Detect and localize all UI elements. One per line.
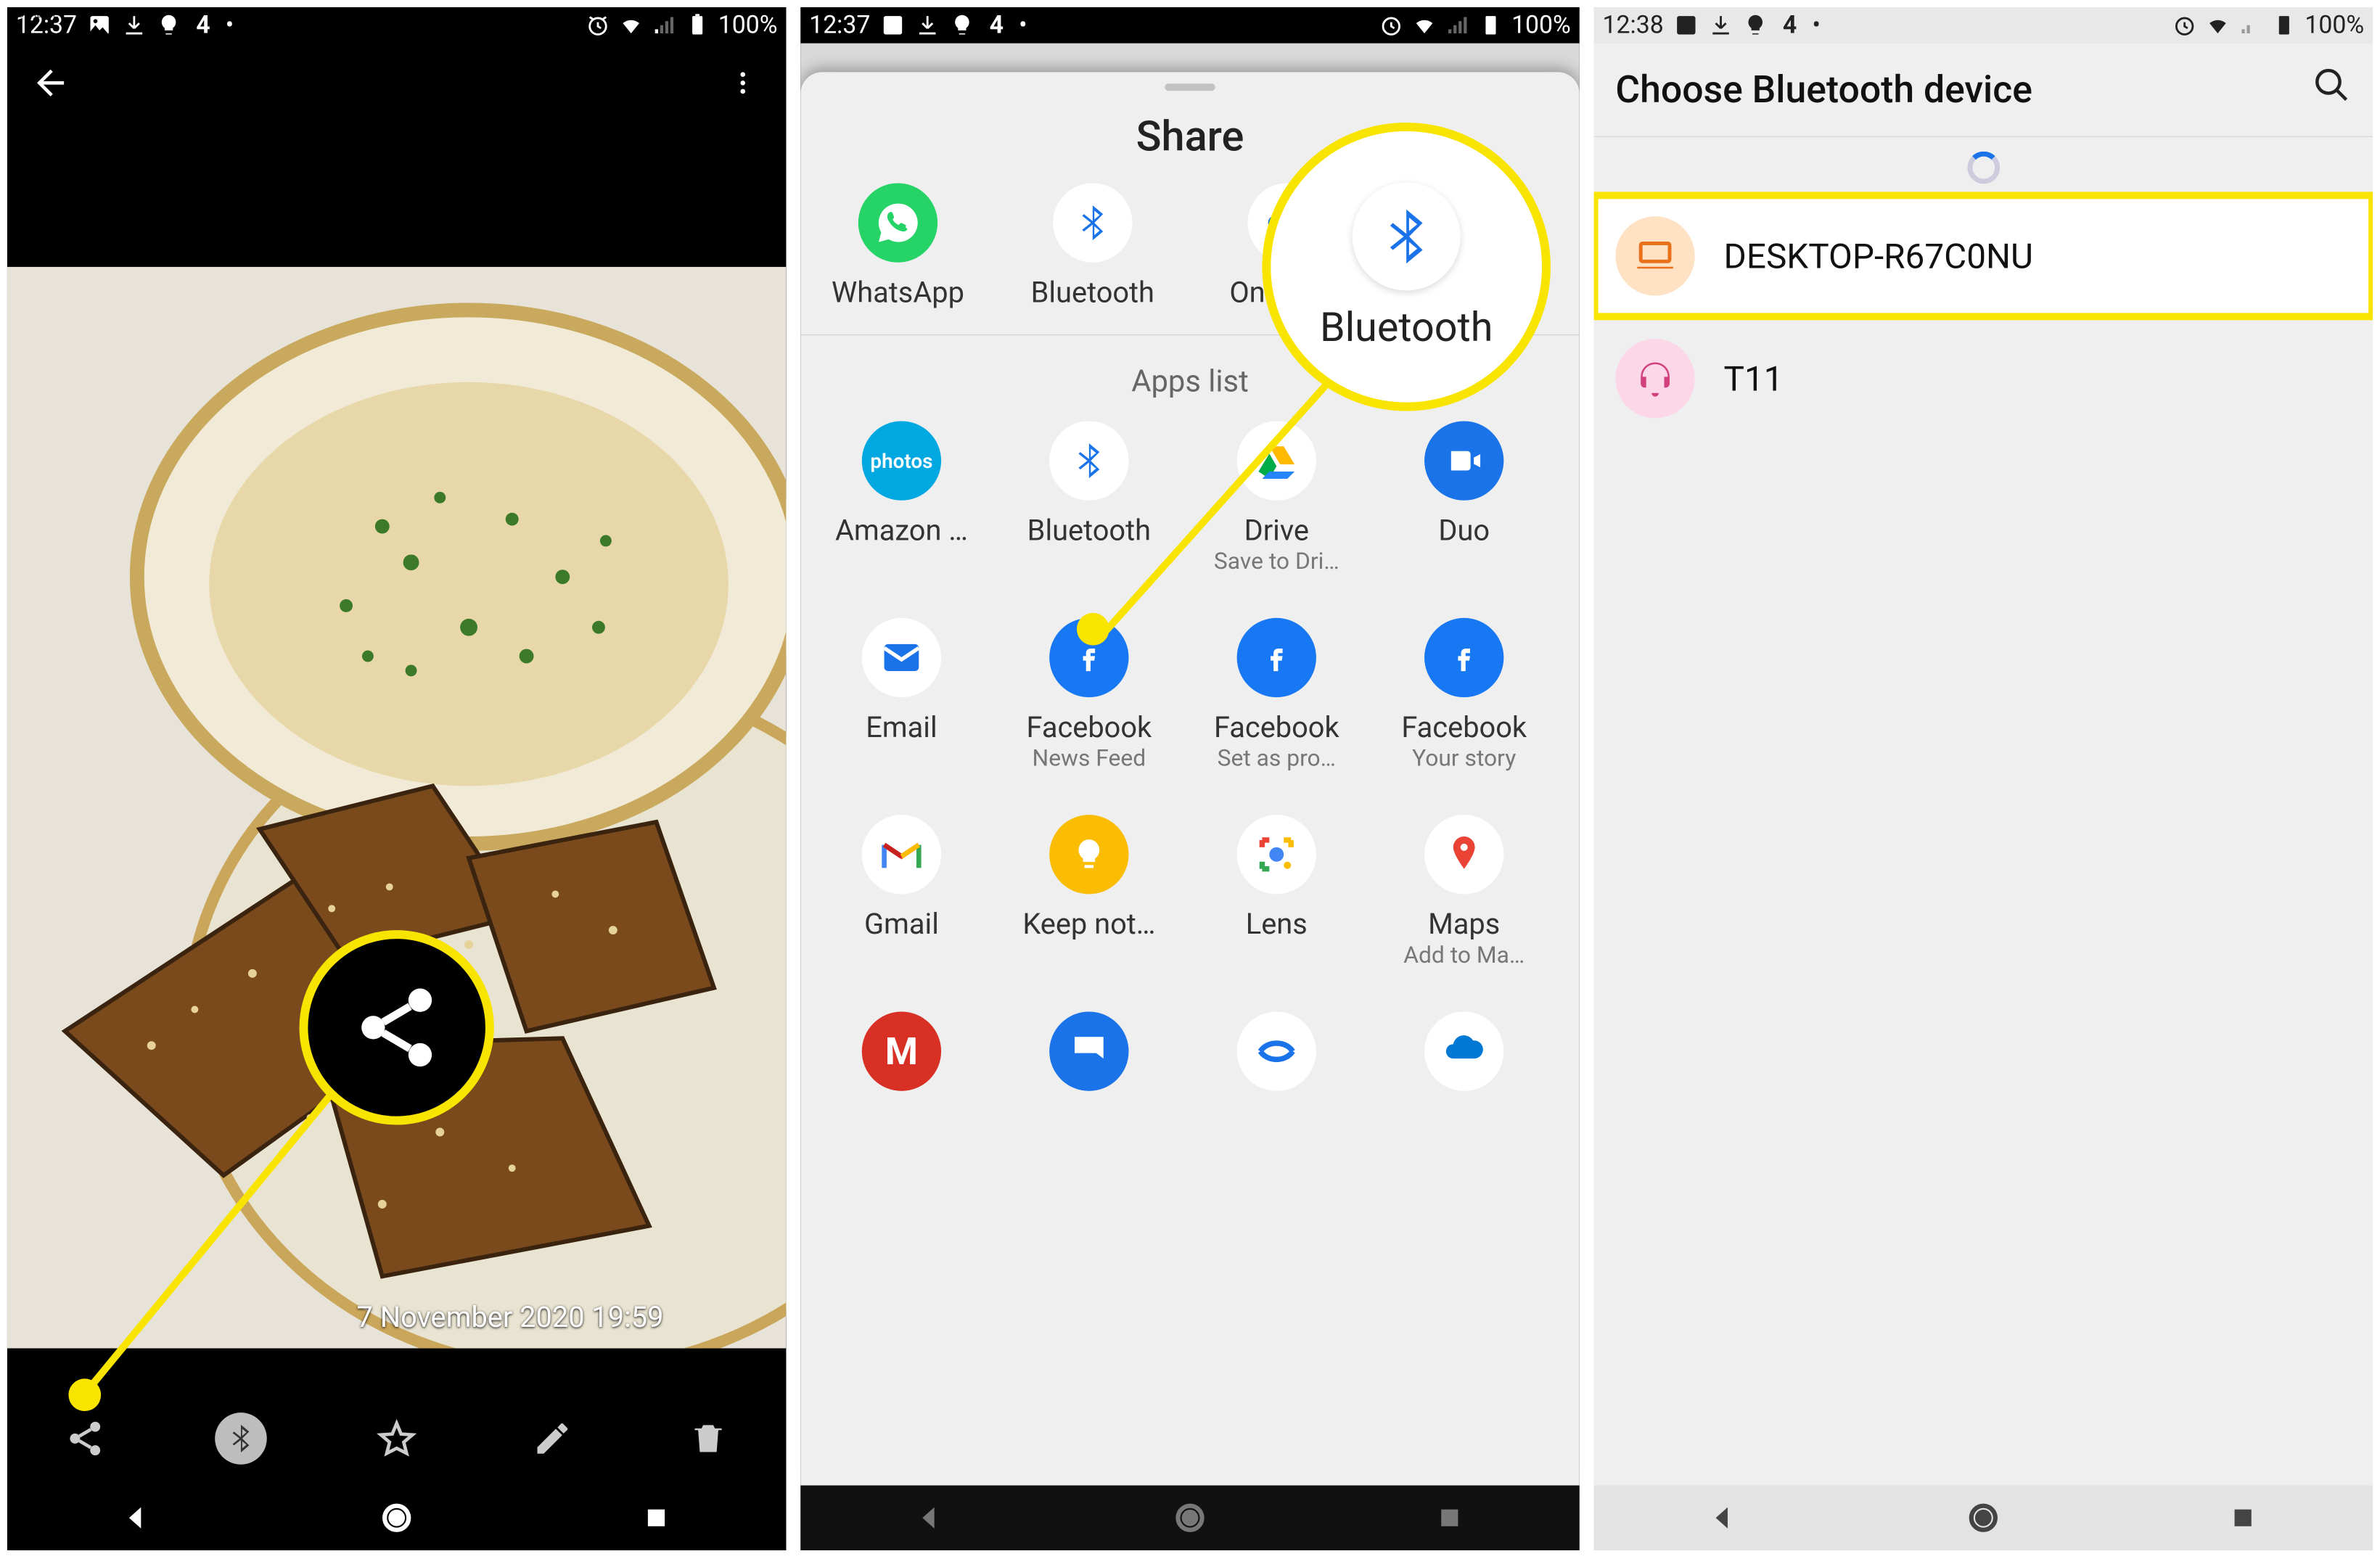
wifi-icon [619, 13, 644, 38]
more-dots-icon: • [1019, 11, 1027, 40]
nav-recents[interactable] [2223, 1497, 2263, 1538]
battery-icon [1478, 13, 1503, 38]
back-button[interactable] [29, 61, 73, 104]
status-bar: 12:37 4 • 100% [800, 7, 1579, 44]
device-row-desktop[interactable]: DESKTOP-R67C0NU [1594, 194, 2373, 317]
bluetooth-icon [1353, 182, 1461, 290]
app-keepnot[interactable]: Keep not… [1003, 815, 1176, 968]
photo-toolbar [7, 1391, 786, 1485]
search-button[interactable] [2313, 65, 2352, 114]
clock: 12:37 [809, 11, 870, 40]
battery-pct: 100% [718, 11, 778, 40]
device-row-t11[interactable]: T11 [1594, 317, 2373, 440]
alarm-icon [2172, 13, 2197, 38]
scanning-spinner [1594, 152, 2373, 184]
more-dots-icon: • [1812, 11, 1820, 40]
app-amazon[interactable]: photosAmazon … [815, 421, 988, 575]
download-icon [122, 13, 147, 38]
download-icon [915, 13, 940, 38]
app-row5-a[interactable]: M [815, 1011, 988, 1103]
photo-notif-icon [1674, 13, 1699, 38]
share-bluetooth[interactable]: Bluetooth [1006, 183, 1180, 309]
page-title: Choose Bluetooth device [1615, 67, 2032, 112]
signal-icon [1445, 13, 1470, 38]
more-dots-icon: • [226, 11, 234, 40]
app-row5-b[interactable] [1003, 1011, 1176, 1103]
wifi-icon [2205, 13, 2230, 38]
clock: 12:38 [1603, 11, 1664, 40]
callout-line [1067, 353, 1370, 670]
bluetooth-button[interactable] [215, 1412, 267, 1465]
app-row5-d[interactable] [1377, 1011, 1551, 1103]
callout-label: Bluetooth [1320, 303, 1493, 351]
source-watermark: RUTAB.NET [12, 9, 65, 20]
channel4-icon: 4 [191, 13, 216, 38]
photo-notif-icon [880, 13, 905, 38]
nav-home[interactable] [377, 1497, 417, 1538]
bulb-icon [950, 13, 974, 38]
bulb-icon [156, 13, 181, 38]
callout-share-icon [299, 930, 493, 1124]
app-lens[interactable]: Lens [1190, 815, 1363, 968]
bulb-icon [1743, 13, 1768, 38]
app-email[interactable]: Email [815, 618, 988, 772]
overflow-menu[interactable] [721, 61, 765, 104]
status-bar: 12:37 4 • 100% [7, 7, 786, 44]
device-name: DESKTOP-R67C0NU [1724, 236, 2033, 277]
battery-icon [685, 13, 710, 38]
download-icon [1708, 13, 1733, 38]
nav-recents[interactable] [1429, 1497, 1470, 1538]
sheet-grabber[interactable] [1165, 83, 1215, 91]
callout-bluetooth: Bluetooth [1262, 123, 1551, 411]
nav-back[interactable] [1704, 1497, 1744, 1538]
battery-pct: 100% [2305, 11, 2364, 40]
photo-content[interactable]: 7 November 2020 19:59 [7, 267, 786, 1349]
app-duo[interactable]: Duo [1377, 421, 1551, 575]
callout-dot [68, 1378, 101, 1411]
alarm-icon [586, 13, 610, 38]
nav-back[interactable] [117, 1497, 157, 1538]
app-row5-c[interactable] [1190, 1011, 1363, 1103]
app-facebook[interactable]: FacebookYour story [1377, 618, 1551, 772]
signal-icon [2239, 13, 2263, 38]
battery-pct: 100% [1511, 11, 1571, 40]
system-nav [7, 1486, 786, 1550]
headset-icon [1615, 339, 1694, 418]
channel4-icon: 4 [1778, 13, 1802, 38]
device-name: T11 [1724, 358, 1784, 399]
callout-dot [1077, 613, 1109, 646]
status-bar: 12:38 4 • 100% [1594, 7, 2373, 44]
nav-recents[interactable] [636, 1497, 677, 1538]
phone-share-sheet: 12:37 4 • 100% Share WhatsApp [800, 7, 1579, 1550]
signal-icon [652, 13, 676, 38]
nav-home[interactable] [1170, 1497, 1210, 1538]
app-maps[interactable]: MapsAdd to Ma… [1377, 815, 1551, 968]
nav-home[interactable] [1964, 1497, 2004, 1538]
system-nav [800, 1486, 1579, 1550]
delete-button[interactable] [682, 1412, 734, 1465]
system-nav [1594, 1486, 2373, 1550]
phone-photo-viewer: RUTAB.NET 12:37 4 • 100% [7, 7, 786, 1550]
phone-bt-chooser: 12:38 4 • 100% Choose Bluetooth device D… [1594, 7, 2373, 1550]
alarm-icon [1379, 13, 1403, 38]
app-gmail[interactable]: Gmail [815, 815, 988, 968]
photo-timestamp: 7 November 2020 19:59 [357, 1300, 664, 1334]
laptop-icon [1615, 216, 1694, 295]
apps-grid-overflow: M [800, 1011, 1579, 1103]
edit-button[interactable] [527, 1412, 579, 1465]
nav-back[interactable] [910, 1497, 951, 1538]
photo-notif-icon [87, 13, 112, 38]
share-whatsapp[interactable]: WhatsApp [811, 183, 985, 309]
wifi-icon [1412, 13, 1437, 38]
share-button[interactable] [60, 1412, 112, 1465]
channel4-icon: 4 [984, 13, 1009, 38]
favorite-button[interactable] [371, 1412, 423, 1465]
battery-icon [2272, 13, 2297, 38]
